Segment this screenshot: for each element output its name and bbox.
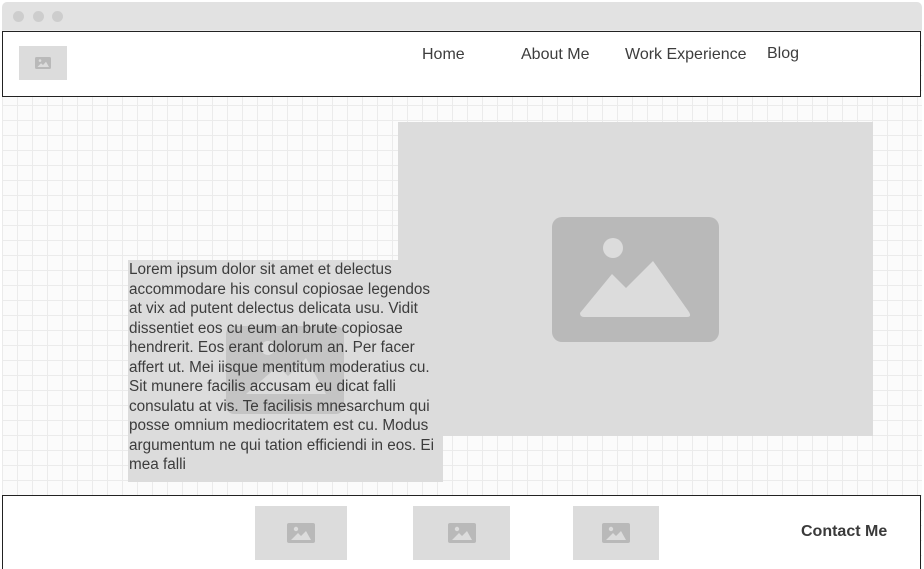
logo-image-placeholder[interactable] xyxy=(19,46,67,80)
image-icon xyxy=(552,217,719,342)
image-icon xyxy=(35,57,51,69)
contact-me-link[interactable]: Contact Me xyxy=(801,523,887,541)
window-close-dot[interactable] xyxy=(13,11,24,22)
hero-image-placeholder xyxy=(398,122,873,436)
nav-about-link[interactable]: About Me xyxy=(521,46,589,64)
nav-home-link[interactable]: Home xyxy=(422,46,465,64)
footer-image-placeholder-1[interactable] xyxy=(255,506,347,560)
site-footer: Contact Me xyxy=(2,495,921,569)
intro-text-block: Lorem ipsum dolor sit amet et delectus a… xyxy=(128,260,443,482)
window-minimize-dot[interactable] xyxy=(33,11,44,22)
image-icon xyxy=(287,523,315,543)
window-zoom-dot[interactable] xyxy=(52,11,63,22)
image-icon xyxy=(602,523,630,543)
image-icon xyxy=(447,523,476,543)
window-titlebar xyxy=(2,2,922,30)
footer-image-placeholder-3[interactable] xyxy=(573,506,659,560)
nav-blog-link[interactable]: Blog xyxy=(767,45,799,63)
nav-work-experience-link[interactable]: Work Experience xyxy=(625,46,747,64)
footer-image-placeholder-2[interactable] xyxy=(413,506,510,560)
site-header: Home About Me Work Experience Blog xyxy=(2,31,921,97)
intro-paragraph: Lorem ipsum dolor sit amet et delectus a… xyxy=(129,261,434,473)
